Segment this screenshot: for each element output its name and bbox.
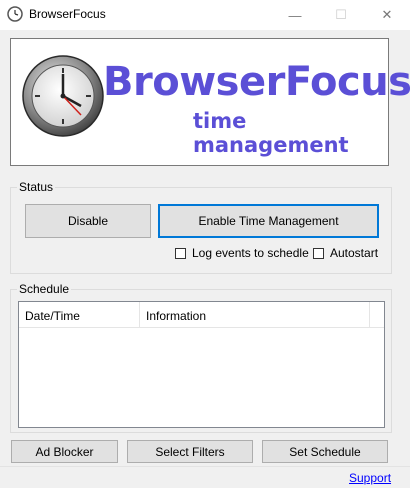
brand-banner: BrowserFocus time management (10, 38, 410, 166)
column-header-datetime[interactable]: Date/Time (19, 302, 140, 327)
window-title: BrowserFocus (29, 7, 106, 21)
set-schedule-button[interactable]: Set Schedule (262, 440, 388, 463)
clock-app-icon (7, 6, 23, 22)
brand-tagline: time management (193, 109, 349, 157)
log-events-label: Log events to schedle (192, 246, 309, 260)
enable-button-label: Enable Time Management (198, 214, 339, 228)
autostart-checkbox[interactable]: Autostart (313, 246, 378, 260)
autostart-checkbox-box[interactable] (313, 247, 324, 259)
column-header-information[interactable]: Information (140, 302, 370, 327)
support-link[interactable]: Support (349, 471, 391, 485)
autostart-label: Autostart (330, 246, 379, 260)
schedule-list-header: Date/Time Information (19, 302, 384, 328)
log-events-checkbox[interactable]: Log events to schedle (175, 246, 309, 260)
ad-blocker-button[interactable]: Ad Blocker (11, 440, 118, 463)
disable-button-label: Disable (67, 214, 109, 228)
brand-name: BrowserFocus (103, 59, 410, 105)
set-schedule-label: Set Schedule (289, 444, 361, 459)
schedule-group-label: Schedule (17, 282, 72, 296)
status-group-label: Status (17, 180, 56, 194)
minimize-icon: — (288, 7, 302, 23)
status-strip-divider (0, 466, 410, 467)
close-icon: ✕ (381, 7, 393, 22)
minimize-button[interactable]: — (272, 0, 318, 30)
log-events-checkbox-box[interactable] (175, 247, 186, 259)
title-bar: BrowserFocus — ☐ ✕ (0, 0, 410, 30)
close-button[interactable]: ✕ (364, 0, 410, 30)
maximize-button[interactable]: ☐ (318, 0, 364, 30)
maximize-icon: ☐ (335, 7, 347, 22)
select-filters-button[interactable]: Select Filters (127, 440, 253, 463)
ad-blocker-label: Ad Blocker (35, 444, 94, 459)
select-filters-label: Select Filters (155, 444, 225, 459)
disable-button[interactable]: Disable (25, 204, 151, 238)
schedule-list[interactable]: Date/Time Information (18, 301, 385, 428)
enable-time-management-button[interactable]: Enable Time Management (158, 204, 379, 238)
clock-logo-icon (22, 55, 104, 137)
